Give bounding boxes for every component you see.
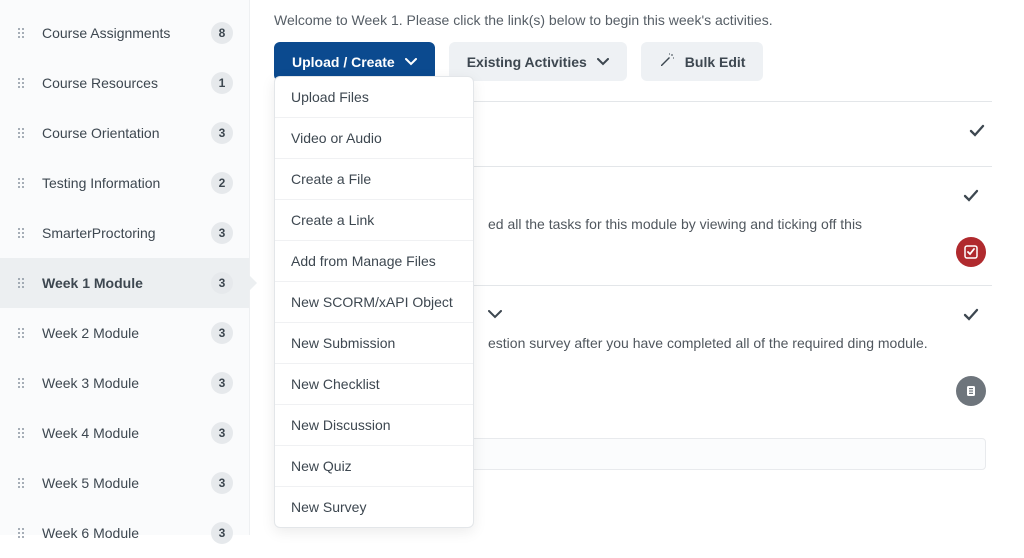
drag-handle-icon[interactable] bbox=[18, 528, 32, 538]
count-badge: 3 bbox=[211, 422, 233, 444]
drag-handle-icon[interactable] bbox=[18, 278, 32, 288]
count-badge: 3 bbox=[211, 522, 233, 544]
menu-item[interactable]: New Quiz bbox=[275, 446, 473, 487]
sidebar-item[interactable]: Week 5 Module 3 bbox=[0, 458, 249, 508]
menu-item[interactable]: New SCORM/xAPI Object bbox=[275, 282, 473, 323]
row-text: ed all the tasks for this module by view… bbox=[488, 216, 862, 232]
chevron-down-icon[interactable] bbox=[488, 304, 502, 326]
sidebar-item[interactable]: Week 4 Module 3 bbox=[0, 408, 249, 458]
sidebar-item-label: Week 5 Module bbox=[42, 475, 211, 491]
sidebar-item[interactable]: Week 2 Module 3 bbox=[0, 308, 249, 358]
menu-item[interactable]: Upload Files bbox=[275, 77, 473, 118]
count-badge: 3 bbox=[211, 372, 233, 394]
count-badge: 3 bbox=[211, 222, 233, 244]
sidebar-item-label: Course Resources bbox=[42, 75, 211, 91]
count-badge: 3 bbox=[211, 322, 233, 344]
count-badge: 1 bbox=[211, 72, 233, 94]
menu-item[interactable]: New Checklist bbox=[275, 364, 473, 405]
sidebar-item-label: Course Orientation bbox=[42, 125, 211, 141]
sidebar-item[interactable]: Course Orientation 3 bbox=[0, 108, 249, 158]
sidebar-item[interactable]: Week 1 Module 3 bbox=[0, 258, 249, 308]
sidebar-item[interactable]: SmarterProctoring 3 bbox=[0, 208, 249, 258]
pencil-wand-icon bbox=[659, 52, 675, 71]
drag-handle-icon[interactable] bbox=[18, 78, 32, 88]
sidebar-item[interactable]: Week 6 Module 3 bbox=[0, 508, 249, 558]
drag-handle-icon[interactable] bbox=[18, 28, 32, 38]
checkmark-icon bbox=[968, 122, 986, 140]
drag-handle-icon[interactable] bbox=[18, 328, 32, 338]
menu-item[interactable]: Add from Manage Files bbox=[275, 241, 473, 282]
existing-activities-button[interactable]: Existing Activities bbox=[449, 42, 627, 81]
menu-item[interactable]: Create a File bbox=[275, 159, 473, 200]
drag-handle-icon[interactable] bbox=[18, 128, 32, 138]
drag-handle-icon[interactable] bbox=[18, 228, 32, 238]
menu-item[interactable]: Video or Audio bbox=[275, 118, 473, 159]
count-badge: 3 bbox=[211, 272, 233, 294]
course-sidebar: Course Assignments 8 Course Resources 1 … bbox=[0, 0, 250, 535]
sidebar-item-label: Testing Information bbox=[42, 175, 211, 191]
upload-create-label: Upload / Create bbox=[292, 54, 395, 70]
count-badge: 3 bbox=[211, 122, 233, 144]
sidebar-item-label: Course Assignments bbox=[42, 25, 211, 41]
existing-activities-label: Existing Activities bbox=[467, 54, 587, 70]
menu-item[interactable]: New Submission bbox=[275, 323, 473, 364]
sidebar-item-label: SmarterProctoring bbox=[42, 225, 211, 241]
sidebar-item-label: Week 4 Module bbox=[42, 425, 211, 441]
sidebar-item-label: Week 2 Module bbox=[42, 325, 211, 341]
upload-create-menu: Upload FilesVideo or AudioCreate a FileC… bbox=[274, 76, 474, 528]
count-badge: 2 bbox=[211, 172, 233, 194]
menu-item[interactable]: Create a Link bbox=[275, 200, 473, 241]
sidebar-item[interactable]: Course Resources 1 bbox=[0, 58, 249, 108]
count-badge: 3 bbox=[211, 472, 233, 494]
drag-handle-icon[interactable] bbox=[18, 428, 32, 438]
drag-handle-icon[interactable] bbox=[18, 478, 32, 488]
menu-item[interactable]: New Discussion bbox=[275, 405, 473, 446]
checkmark-icon bbox=[962, 306, 980, 324]
main-content: Welcome to Week 1. Please click the link… bbox=[250, 0, 1024, 535]
checkmark-icon bbox=[962, 187, 980, 205]
sidebar-item-label: Week 1 Module bbox=[42, 275, 211, 291]
sidebar-item-label: Week 3 Module bbox=[42, 375, 211, 391]
row-text: estion survey after you have completed a… bbox=[488, 335, 928, 351]
bulk-edit-label: Bulk Edit bbox=[685, 54, 746, 70]
bulk-edit-button[interactable]: Bulk Edit bbox=[641, 42, 764, 81]
sidebar-item[interactable]: Testing Information 2 bbox=[0, 158, 249, 208]
welcome-text: Welcome to Week 1. Please click the link… bbox=[274, 12, 992, 28]
checklist-status-icon[interactable] bbox=[956, 237, 986, 267]
drag-handle-icon[interactable] bbox=[18, 378, 32, 388]
chevron-down-icon bbox=[405, 55, 417, 69]
drag-handle-icon[interactable] bbox=[18, 178, 32, 188]
sidebar-item-label: Week 6 Module bbox=[42, 525, 211, 541]
count-badge: 8 bbox=[211, 22, 233, 44]
sidebar-item[interactable]: Week 3 Module 3 bbox=[0, 358, 249, 408]
chevron-down-icon bbox=[597, 55, 609, 69]
survey-status-icon[interactable] bbox=[956, 376, 986, 406]
sidebar-item[interactable]: Course Assignments 8 bbox=[0, 8, 249, 58]
menu-item[interactable]: New Survey bbox=[275, 487, 473, 527]
